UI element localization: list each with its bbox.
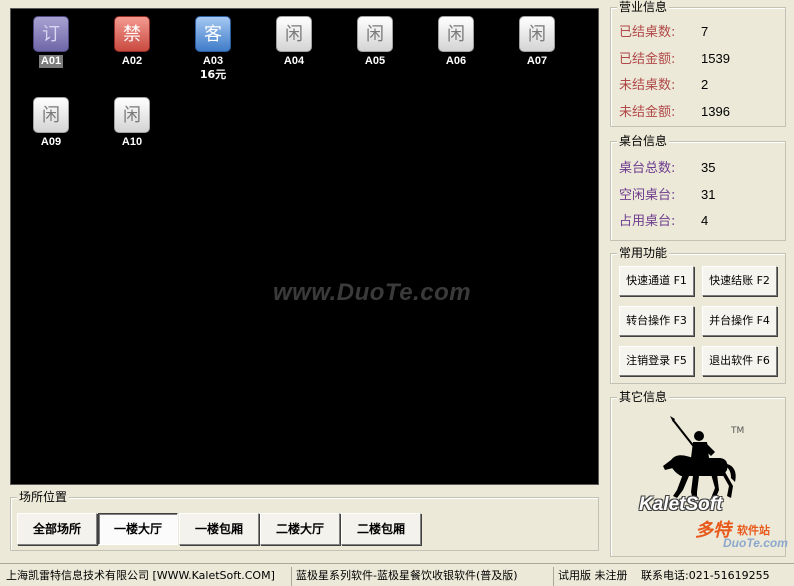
info-value: 1539: [701, 51, 730, 66]
table-id-label: A07: [526, 55, 548, 67]
table-tile-a04[interactable]: 闲 A04: [264, 13, 324, 68]
table-status-icon: 闲: [114, 97, 150, 133]
site-watermark: www.DuoTe.com: [273, 279, 472, 306]
table-status-icon: 禁: [114, 16, 150, 52]
info-label: 未结金额:: [619, 105, 676, 120]
info-label: 未结桌数:: [619, 78, 676, 93]
info-label: 占用桌台:: [619, 214, 676, 229]
trademark-mark: TM: [731, 426, 745, 436]
location-floor2-hall-button[interactable]: 二楼大厅: [260, 513, 340, 545]
status-license: 试用版 未注册: [553, 567, 639, 586]
table-tile-a01[interactable]: 订 A01: [21, 13, 81, 68]
status-bar: 上海凯雷特信息技术有限公司 [WWW.KaletSoft.COM] 蓝极星系列软…: [0, 563, 794, 586]
table-status-icon: 闲: [438, 16, 474, 52]
table-id-label: A01: [38, 55, 64, 68]
table-status-icon: 闲: [519, 16, 555, 52]
table-tile-a09[interactable]: 闲 A09: [21, 94, 81, 149]
other-info-group: 其它信息 TM KaletSoft 多特 软件站 DuoTe.com: [610, 389, 788, 557]
table-id-label: A04: [283, 55, 305, 67]
table-info-title: 桌台信息: [617, 133, 670, 149]
info-value: 1396: [701, 104, 730, 119]
other-info-title: 其它信息: [617, 389, 670, 405]
table-status-icon: 闲: [357, 16, 393, 52]
info-value: 2: [701, 77, 709, 92]
table-id-label: A02: [121, 55, 143, 67]
table-amount-label: 16元: [199, 68, 227, 81]
functions-title: 常用功能: [617, 245, 670, 261]
table-id-label: A09: [40, 136, 62, 148]
logo-wordmark: KaletSoft: [639, 494, 723, 515]
exit-button[interactable]: 退出软件 F6: [702, 346, 777, 376]
info-label: 桌台总数:: [619, 161, 676, 176]
location-floor1-rooms-button[interactable]: 一楼包厢: [179, 513, 259, 545]
table-tile-a07[interactable]: 闲 A07: [507, 13, 567, 68]
info-value: 31: [701, 187, 716, 202]
settled-tables-row: 已结桌数: 7: [619, 24, 708, 41]
table-tile-a02[interactable]: 禁 A02: [102, 13, 162, 68]
location-floor2-rooms-button[interactable]: 二楼包厢: [341, 513, 421, 545]
occupied-tables-row: 占用桌台: 4: [619, 213, 708, 230]
table-map: 订 A01 禁 A02 客 A03 16元 闲 A04 闲 A05 闲 A06 …: [10, 8, 599, 485]
transfer-table-button[interactable]: 转台操作 F3: [619, 306, 694, 336]
location-group-title: 场所位置: [17, 489, 70, 505]
status-phone: 联系电话:021-51619255: [641, 569, 770, 582]
table-status-icon: 客: [195, 16, 231, 52]
table-tile-a05[interactable]: 闲 A05: [345, 13, 405, 68]
location-group: 场所位置 全部场所 一楼大厅 一楼包厢 二楼大厅 二楼包厢: [10, 489, 599, 551]
idle-tables-row: 空闲桌台: 31: [619, 187, 715, 204]
info-value: 7: [701, 24, 709, 39]
status-product: 蓝极星系列软件-蓝极星餐饮收银软件(普及版): [291, 567, 550, 586]
table-id-label: A05: [364, 55, 386, 67]
info-value: 35: [701, 160, 716, 175]
info-label: 已结桌数:: [619, 25, 676, 40]
business-info-group: 营业信息 已结桌数: 7 已结金额: 1539 未结桌数: 2 未结金额: 1396: [610, 0, 786, 127]
unsettled-amount-row: 未结金额: 1396: [619, 104, 730, 121]
info-label: 空闲桌台:: [619, 188, 676, 203]
table-info-group: 桌台信息 桌台总数: 35 空闲桌台: 31 占用桌台: 4: [610, 133, 786, 241]
info-value: 4: [701, 213, 709, 228]
merge-table-button[interactable]: 并台操作 F4: [702, 306, 777, 336]
business-info-title: 营业信息: [617, 0, 670, 15]
quick-checkout-button[interactable]: 快速结账 F2: [702, 266, 777, 296]
total-tables-row: 桌台总数: 35: [619, 160, 715, 177]
company-logo: TM KaletSoft 多特 软件站 DuoTe.com: [611, 412, 788, 552]
settled-amount-row: 已结金额: 1539: [619, 51, 730, 68]
table-id-label: A06: [445, 55, 467, 67]
unsettled-tables-row: 未结桌数: 2: [619, 77, 708, 94]
location-floor1-hall-button[interactable]: 一楼大厅: [98, 513, 178, 545]
table-id-label: A03: [202, 55, 224, 67]
status-company: 上海凯雷特信息技术有限公司 [WWW.KaletSoft.COM]: [6, 569, 275, 582]
table-tile-a06[interactable]: 闲 A06: [426, 13, 486, 68]
table-status-icon: 闲: [33, 97, 69, 133]
table-status-icon: 闲: [276, 16, 312, 52]
table-tile-a10[interactable]: 闲 A10: [102, 94, 162, 149]
table-status-icon: 订: [33, 16, 69, 52]
info-label: 已结金额:: [619, 52, 676, 67]
logout-button[interactable]: 注销登录 F5: [619, 346, 694, 376]
table-id-label: A10: [121, 136, 143, 148]
table-tile-a03[interactable]: 客 A03 16元: [183, 13, 243, 81]
quick-channel-button[interactable]: 快速通道 F1: [619, 266, 694, 296]
location-all-button[interactable]: 全部场所: [17, 513, 97, 545]
duote-url-watermark: DuoTe.com: [723, 536, 788, 550]
functions-group: 常用功能 快速通道 F1 快速结账 F2 转台操作 F3 并台操作 F4 注销登…: [610, 245, 786, 384]
